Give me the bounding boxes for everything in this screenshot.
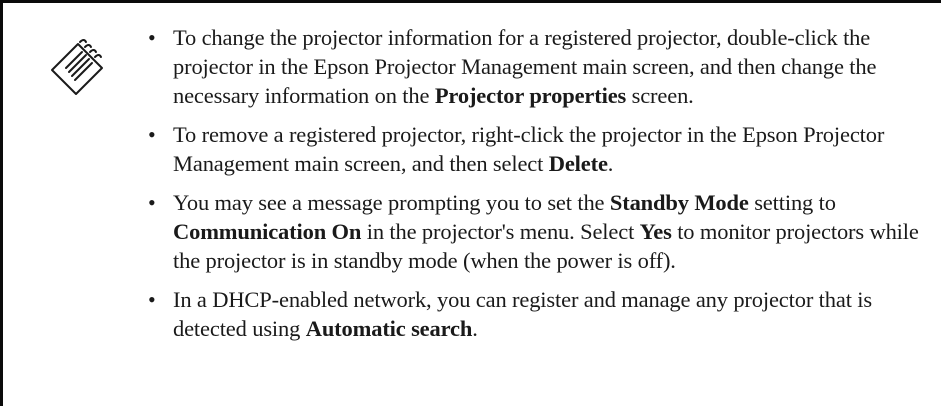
text: In a DHCP-enabled network, you can regis…	[173, 287, 872, 341]
text: setting to	[748, 190, 836, 215]
note-item-change-info: • To change the projector information fo…	[146, 23, 926, 110]
text: .	[607, 151, 614, 176]
note-item-standby: • You may see a message prompting you to…	[146, 188, 926, 275]
bold-text: Communication On	[173, 219, 362, 244]
text: .	[472, 316, 478, 341]
note-list: • To change the projector information fo…	[146, 23, 926, 343]
bold-text: Standby Mode	[609, 190, 749, 215]
bullet: •	[148, 25, 156, 50]
note-border-left	[0, 0, 3, 406]
note-border-top	[0, 0, 941, 3]
bold-text: Automatic search	[305, 316, 473, 341]
bold-text: Delete	[548, 151, 608, 176]
text: You may see a message prompting you to s…	[173, 190, 610, 215]
note-item-dhcp: • In a DHCP-enabled network, you can reg…	[146, 285, 926, 343]
bold-text: Yes	[639, 219, 672, 244]
bullet: •	[148, 122, 156, 147]
bullet: •	[148, 287, 156, 312]
note-pad-icon	[51, 39, 103, 95]
text: To remove a registered projector, right-…	[173, 122, 885, 176]
text: screen.	[626, 83, 694, 108]
note-item-remove: • To remove a registered projector, righ…	[146, 120, 926, 178]
note-box: • To change the projector information fo…	[0, 0, 941, 406]
bold-text: Projector properties	[434, 83, 627, 108]
text: in the projector's menu. Select	[361, 219, 640, 244]
bullet: •	[148, 190, 156, 215]
